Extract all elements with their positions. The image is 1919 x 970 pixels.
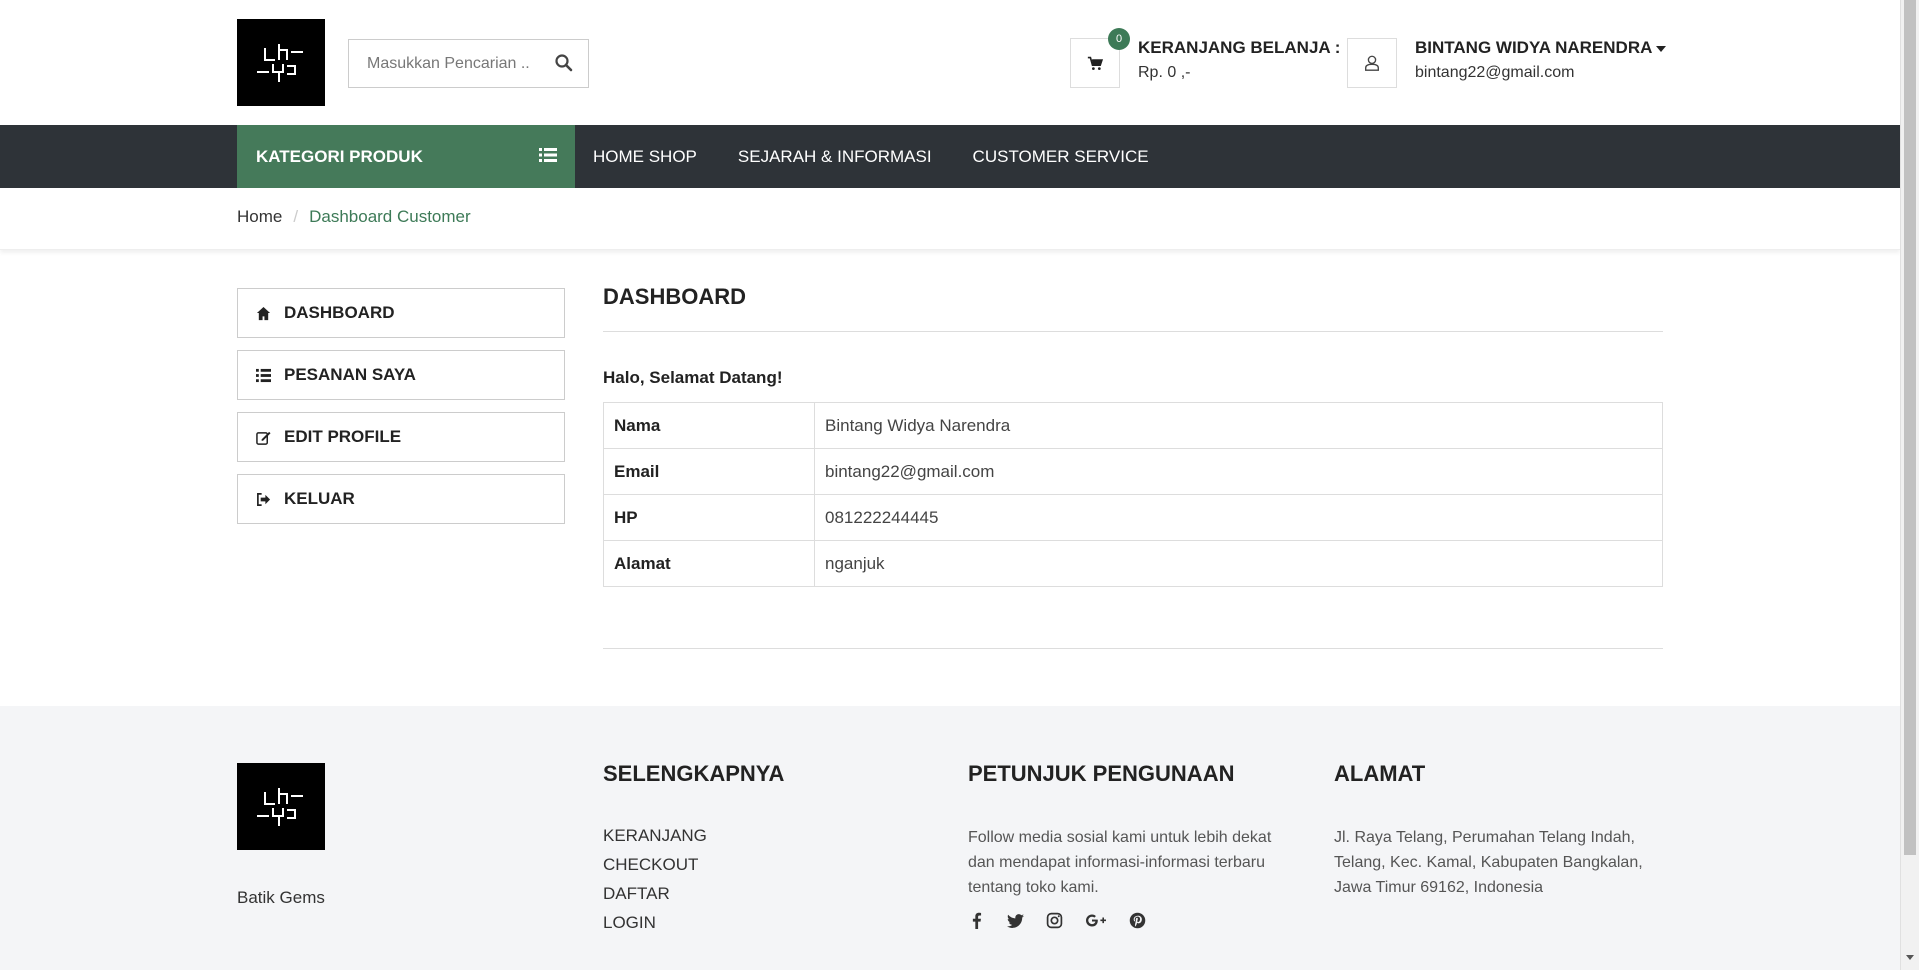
twitter-icon[interactable] <box>1007 912 1024 929</box>
cart-total: Rp. 0 ,- <box>1138 64 1191 81</box>
sidebar-item-label: PESANAN SAYA <box>284 365 416 384</box>
breadcrumb-bar: Home / Dashboard Customer <box>0 188 1900 250</box>
nav-link-home-shop[interactable]: HOME SHOP <box>593 147 697 167</box>
greeting-text: Halo, Selamat Datang! <box>603 368 783 387</box>
footer-social-text: Follow media sosial kami untuk lebih dek… <box>968 829 1272 896</box>
row-key: Alamat <box>603 540 815 587</box>
sidebar-item-keluar[interactable]: KELUAR <box>237 474 565 524</box>
header-container <box>237 0 1663 125</box>
vertical-scrollbar[interactable] <box>1900 0 1919 970</box>
footer-heading-petunjuk: PETUNJUK PENGUNAAN <box>968 761 1235 786</box>
divider <box>603 331 1663 332</box>
row-key: HP <box>603 494 815 541</box>
sidebar-item-edit-profile[interactable]: EDIT PROFILE <box>237 412 565 462</box>
facebook-icon[interactable] <box>968 912 985 929</box>
footer-link-keranjang[interactable]: KERANJANG <box>603 826 707 846</box>
main-navbar: KATEGORI PRODUK HOME SHOP SEJARAH & INFO… <box>0 125 1900 188</box>
scroll-down-arrow-icon[interactable] <box>1906 955 1914 960</box>
breadcrumb: Home / Dashboard Customer <box>237 207 471 227</box>
user-name: BINTANG WIDYA NARENDRA <box>1415 38 1653 57</box>
divider <box>603 648 1663 649</box>
caret-down-icon <box>1656 45 1667 52</box>
home-icon <box>256 306 271 320</box>
table-row: Nama Bintang Widya Narendra <box>603 402 1663 449</box>
table-row: Alamat nganjuk <box>603 540 1663 587</box>
category-menu-label: KATEGORI PRODUK <box>256 146 423 166</box>
sidebar-item-label: KELUAR <box>284 489 355 508</box>
sidebar-item-dashboard[interactable]: DASHBOARD <box>237 288 565 338</box>
edit-icon <box>256 431 271 445</box>
user-account-button[interactable] <box>1347 38 1397 88</box>
sidebar-item-label: DASHBOARD <box>284 303 395 322</box>
table-row: Email bintang22@gmail.com <box>603 448 1663 495</box>
breadcrumb-current: Dashboard Customer <box>309 207 471 226</box>
list-icon <box>256 368 271 382</box>
social-links <box>968 912 1168 929</box>
row-key: Email <box>603 448 815 495</box>
pinterest-icon[interactable] <box>1129 912 1146 929</box>
page-title: DASHBOARD <box>603 284 746 309</box>
instagram-icon[interactable] <box>1046 912 1063 929</box>
row-value: bintang22@gmail.com <box>814 448 1663 495</box>
category-menu-button[interactable]: KATEGORI PRODUK <box>237 125 575 188</box>
footer-link-checkout[interactable]: CHECKOUT <box>603 855 707 875</box>
nav-link-sejarah-informasi[interactable]: SEJARAH & INFORMASI <box>738 147 932 167</box>
logo-mark-icon <box>257 43 303 82</box>
page: 0 KERANJANG BELANJA : Rp. 0 ,- BINTANG W… <box>0 0 1900 970</box>
breadcrumb-home-link[interactable]: Home <box>237 207 282 227</box>
nav-links: HOME SHOP SEJARAH & INFORMASI CUSTOMER S… <box>593 125 1190 188</box>
header: 0 KERANJANG BELANJA : Rp. 0 ,- BINTANG W… <box>0 0 1900 125</box>
profile-info-table: Nama Bintang Widya Narendra Email bintan… <box>603 402 1663 587</box>
google-plus-icon[interactable] <box>1085 912 1107 929</box>
footer-logo[interactable] <box>237 763 325 850</box>
row-key: Nama <box>603 402 815 449</box>
scrollbar-thumb[interactable] <box>1904 0 1916 855</box>
sidebar-item-label: EDIT PROFILE <box>284 427 402 446</box>
user-email: bintang22@gmail.com <box>1415 64 1575 81</box>
footer-link-daftar[interactable]: DAFTAR <box>603 884 707 904</box>
footer-address: Jl. Raya Telang, Perumahan Telang Indah,… <box>1334 829 1643 896</box>
footer-heading-alamat: ALAMAT <box>1334 761 1426 786</box>
footer-links: KERANJANG CHECKOUT DAFTAR LOGIN <box>603 826 707 942</box>
footer-heading-selengkapnya: SELENGKAPNYA <box>603 761 785 786</box>
cart-count-badge: 0 <box>1108 28 1130 50</box>
user-icon <box>1365 55 1379 71</box>
search-icon[interactable] <box>554 53 574 73</box>
sign-out-icon <box>257 492 271 506</box>
search-box <box>348 39 589 88</box>
user-menu-toggle[interactable]: BINTANG WIDYA NARENDRA <box>1415 38 1667 58</box>
row-value: 081222244445 <box>814 494 1663 541</box>
row-value: Bintang Widya Narendra <box>814 402 1663 449</box>
nav-link-customer-service[interactable]: CUSTOMER SERVICE <box>973 147 1149 167</box>
row-value: nganjuk <box>814 540 1663 587</box>
brand-logo[interactable] <box>237 19 325 106</box>
list-icon <box>539 148 557 162</box>
table-row: HP 081222244445 <box>603 494 1663 541</box>
footer: Batik Gems SELENGKAPNYA KERANJANG CHECKO… <box>0 706 1900 970</box>
logo-mark-icon <box>257 787 303 826</box>
sidebar-item-pesanan-saya[interactable]: PESANAN SAYA <box>237 350 565 400</box>
breadcrumb-separator: / <box>293 207 299 226</box>
cart-title: KERANJANG BELANJA : <box>1138 38 1341 57</box>
cart-icon <box>1087 56 1103 70</box>
footer-link-login[interactable]: LOGIN <box>603 913 707 933</box>
footer-brand-name: Batik Gems <box>237 888 325 907</box>
search-input[interactable] <box>349 40 549 87</box>
